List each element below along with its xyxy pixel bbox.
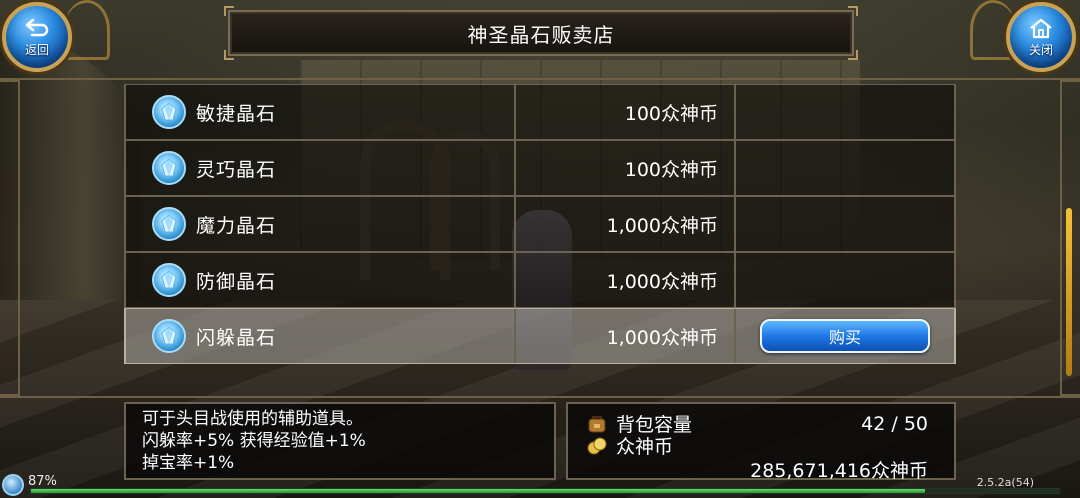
item-name-cell: 魔力晶石	[126, 197, 516, 251]
item-action-cell	[736, 253, 954, 307]
item-name-cell: 灵巧晶石	[126, 141, 516, 195]
item-name: 闪躲晶石	[196, 326, 277, 349]
item-price: 1,000众神币	[516, 197, 736, 251]
status-bar: 87% 2.5.2a(54)	[0, 474, 1080, 498]
item-name-cell: 防御晶石	[126, 253, 516, 307]
description-line: 掉宝率+1%	[142, 453, 235, 473]
currency-row: 众神币	[586, 432, 928, 459]
exp-bar	[30, 488, 1060, 494]
inventory-panel: 背包容量 42 / 50 众神币 285,671,416众神币	[566, 402, 956, 482]
coin-icon	[587, 437, 607, 454]
crystal-gem-icon	[152, 207, 186, 241]
item-description-panel: 可于头目战使用的辅助道具。 闪躲率+5% 获得经验值+1% 掉宝率+1%	[124, 402, 556, 480]
item-name-cell: 敏捷晶石	[126, 85, 516, 139]
return-arrow-icon	[25, 18, 49, 36]
backpack-icon	[588, 415, 606, 432]
home-icon	[1030, 18, 1052, 38]
description-line: 可于头目战使用的辅助道具。	[142, 409, 363, 429]
item-action-cell	[736, 141, 954, 195]
close-button-label: 关闭	[1028, 42, 1053, 57]
shop-title-bar: 神圣晶石贩卖店	[224, 6, 858, 60]
back-button[interactable]: 返回	[2, 2, 72, 72]
crystal-gem-icon	[152, 95, 186, 129]
list-item[interactable]: 防御晶石 1,000众神币	[124, 252, 956, 308]
list-item-selected[interactable]: 闪躲晶石 1,000众神币 购买	[124, 308, 956, 364]
back-button-label: 返回	[24, 42, 49, 57]
title-corner	[848, 50, 858, 60]
item-action-cell	[736, 197, 954, 251]
item-name-cell: 闪躲晶石	[126, 309, 516, 363]
experience-orb-icon	[2, 474, 24, 496]
buy-button[interactable]: 购买	[760, 319, 930, 353]
close-button[interactable]: 关闭	[1006, 2, 1076, 72]
item-name: 魔力晶石	[196, 214, 277, 237]
item-price: 100众神币	[516, 141, 736, 195]
page-title: 神圣晶石贩卖店	[467, 22, 615, 47]
item-action-cell	[736, 85, 954, 139]
item-list: 敏捷晶石 100众神币 灵巧晶石 100众神币 魔力晶石 1,000众神币 防御…	[124, 84, 956, 364]
title-corner	[224, 50, 234, 60]
list-item[interactable]: 灵巧晶石 100众神币	[124, 140, 956, 196]
item-price: 100众神币	[516, 85, 736, 139]
version-label: 2.5.2a(54)	[976, 476, 1034, 489]
item-price: 1,000众神币	[516, 253, 736, 307]
item-name: 防御晶石	[196, 270, 277, 293]
item-name: 灵巧晶石	[196, 158, 277, 181]
exp-percent: 87%	[28, 474, 57, 489]
description-line: 闪躲率+5% 获得经验值+1%	[142, 431, 366, 451]
crystal-gem-icon	[152, 151, 186, 185]
exp-bar-fill	[31, 489, 926, 493]
list-item[interactable]: 魔力晶石 1,000众神币	[124, 196, 956, 252]
currency-label: 众神币	[616, 436, 674, 458]
item-price: 1,000众神币	[516, 309, 736, 363]
item-action-cell: 购买	[736, 309, 954, 363]
title-corner	[224, 6, 234, 16]
list-item[interactable]: 敏捷晶石 100众神币	[124, 84, 956, 140]
title-corner	[848, 6, 858, 16]
crystal-gem-icon	[152, 319, 186, 353]
item-name: 敏捷晶石	[196, 102, 277, 125]
list-scrollbar[interactable]	[1066, 208, 1072, 376]
crystal-gem-icon	[152, 263, 186, 297]
